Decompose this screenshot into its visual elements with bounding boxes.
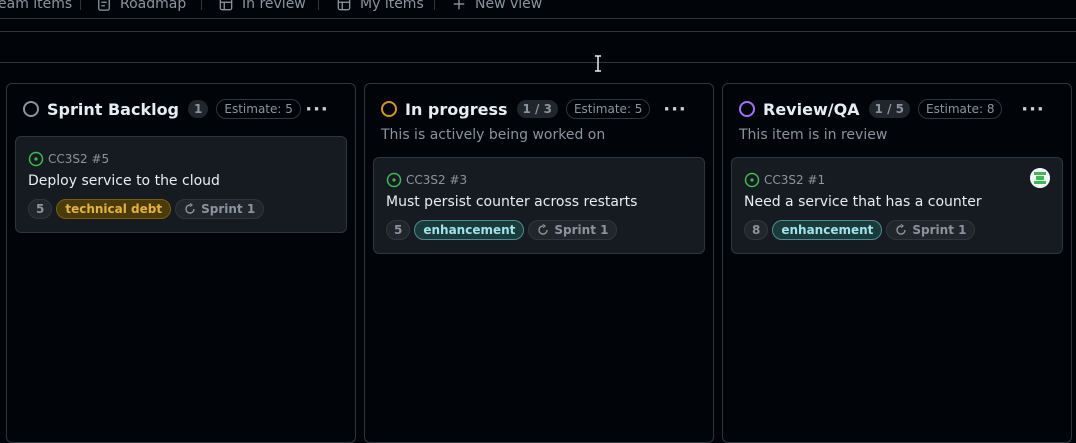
open-issue-icon — [28, 151, 44, 167]
text-cursor-icon — [595, 55, 601, 72]
issue-title[interactable]: Need a service that has a counter — [744, 194, 982, 210]
label-enhancement[interactable]: enhancement — [414, 220, 525, 240]
card-fields: 5 enhancement Sprint 1 — [386, 220, 618, 240]
column-header: Review/QA 1 / 5 Estimate: 8 ··· — [739, 98, 1059, 120]
tab-label: eam items — [0, 0, 73, 12]
tab-divider — [80, 0, 81, 10]
issue-id: CC3S2 #3 — [406, 173, 468, 187]
column-description: This is actively being worked on — [381, 127, 606, 143]
iteration-label: Sprint 1 — [912, 223, 967, 237]
filter-input[interactable] — [0, 31, 1076, 63]
table-icon — [219, 0, 233, 11]
column-description: This item is in review — [739, 127, 888, 143]
column-title: Sprint Backlog — [47, 99, 180, 119]
iteration-badge[interactable]: Sprint 1 — [175, 199, 265, 219]
column-more-options-button[interactable]: ··· — [1019, 98, 1047, 120]
item-count-badge: 1 — [188, 100, 209, 118]
status-circle-icon — [23, 101, 39, 117]
tab-label: My items — [360, 0, 424, 12]
tab-roadmap[interactable]: Roadmap — [96, 0, 186, 14]
tab-divider — [201, 0, 202, 10]
column-title: Review/QA — [763, 99, 860, 119]
column-header: In progress 1 / 3 Estimate: 5 ··· — [381, 98, 701, 120]
estimate-badge: Estimate: 8 — [917, 99, 1003, 119]
board-column-review-qa: Review/QA 1 / 5 Estimate: 8 ··· This ite… — [722, 83, 1072, 443]
new-view-button[interactable]: New view — [451, 0, 542, 14]
tab-label: In review — [242, 0, 306, 12]
column-title: In progress — [405, 99, 508, 119]
card-fields: 8 enhancement Sprint 1 — [744, 220, 976, 240]
views-tab-bar: eam items Roadmap In review My items New… — [0, 0, 1076, 19]
label-enhancement[interactable]: enhancement — [772, 220, 883, 240]
issue-id: CC3S2 #1 — [764, 173, 826, 187]
open-issue-icon — [386, 172, 402, 188]
tab-label: Roadmap — [120, 0, 187, 12]
column-more-options-button[interactable]: ··· — [303, 98, 331, 120]
plus-icon — [453, 0, 465, 10]
iteration-label: Sprint 1 — [201, 202, 256, 216]
iteration-icon — [538, 224, 549, 235]
item-count-badge: 1 / 5 — [868, 100, 910, 118]
estimate-badge: Estimate: 5 — [565, 99, 651, 119]
iteration-icon — [896, 224, 907, 235]
issue-id: CC3S2 #5 — [48, 152, 110, 166]
estimate-points: 8 — [744, 220, 769, 240]
tab-divider — [434, 0, 435, 10]
status-circle-icon — [381, 101, 397, 117]
status-circle-icon — [739, 101, 755, 117]
issue-title[interactable]: Must persist counter across restarts — [386, 194, 637, 210]
issue-title[interactable]: Deploy service to the cloud — [28, 173, 220, 189]
tab-team-items[interactable]: eam items — [0, 0, 72, 14]
open-issue-icon — [744, 172, 760, 188]
iteration-icon — [185, 203, 195, 214]
column-more-options-button[interactable]: ··· — [661, 98, 689, 120]
issue-reference[interactable]: CC3S2 #1 — [744, 172, 825, 188]
item-count-badge: 1 / 3 — [516, 100, 558, 118]
issue-card[interactable]: CC3S2 #1 Need a service that has a count… — [731, 157, 1063, 254]
estimate-points: 5 — [28, 199, 53, 219]
avatar-icon — [1030, 168, 1050, 188]
card-fields: 5 technical debt Sprint 1 — [28, 199, 265, 219]
roadmap-icon — [98, 0, 110, 11]
issue-card[interactable]: CC3S2 #3 Must persist counter across res… — [373, 157, 705, 254]
assignee-avatar[interactable] — [1030, 168, 1050, 188]
column-header: Sprint Backlog 1 Estimate: 5 ··· — [23, 98, 343, 120]
board-column-in-progress: In progress 1 / 3 Estimate: 5 ··· This i… — [364, 83, 714, 443]
estimate-points: 5 — [386, 220, 411, 240]
tab-divider — [318, 0, 319, 10]
label-technical-debt[interactable]: technical debt — [56, 199, 172, 219]
table-icon — [337, 0, 351, 11]
iteration-badge[interactable]: Sprint 1 — [886, 220, 976, 240]
tab-in-review[interactable]: In review — [218, 0, 306, 14]
issue-reference[interactable]: CC3S2 #5 — [28, 151, 109, 167]
tab-label: New view — [475, 0, 543, 12]
board-column-sprint-backlog: Sprint Backlog 1 Estimate: 5 ··· CC3S2 #… — [6, 83, 356, 443]
estimate-badge: Estimate: 5 — [216, 99, 301, 119]
iteration-label: Sprint 1 — [554, 223, 609, 237]
tab-my-items[interactable]: My items — [336, 0, 424, 14]
iteration-badge[interactable]: Sprint 1 — [528, 220, 618, 240]
issue-reference[interactable]: CC3S2 #3 — [386, 172, 467, 188]
issue-card[interactable]: CC3S2 #5 Deploy service to the cloud 5 t… — [15, 136, 347, 233]
